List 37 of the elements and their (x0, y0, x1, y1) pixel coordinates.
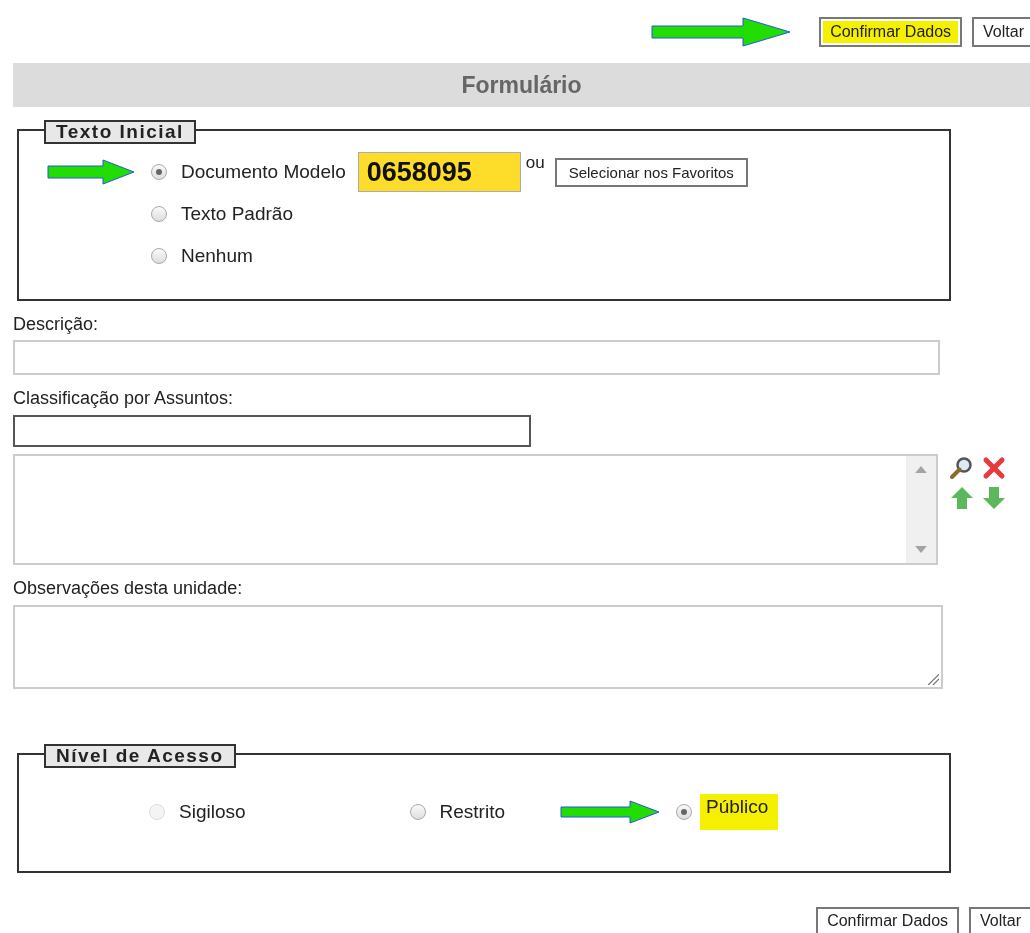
radio-label: Texto Padrão (181, 203, 293, 225)
notes-field[interactable] (13, 605, 943, 689)
action-button[interactable]: Confirmar Dados (816, 907, 960, 933)
radio-button[interactable] (151, 164, 167, 180)
form-title-bar: Formulário (13, 63, 1030, 107)
radio-label: Público (700, 794, 779, 830)
resize-grip-icon[interactable] (927, 673, 939, 685)
favorites-button[interactable]: Selecionar nos Favoritos (554, 157, 748, 187)
radio-label: Nenhum (181, 245, 253, 267)
field-label: Observações desta unidade: (13, 577, 244, 599)
or-text: ou (525, 153, 545, 173)
radio-label: Sigiloso (179, 801, 246, 823)
document-number-field[interactable]: 0658095 (357, 152, 521, 192)
scroll-up-icon[interactable] (915, 466, 927, 473)
subject-list[interactable] (13, 454, 938, 565)
field-label: Descrição: (13, 313, 100, 335)
scrollbar[interactable] (906, 456, 936, 563)
remove-icon[interactable] (982, 456, 1006, 480)
action-button[interactable]: Voltar (972, 16, 1030, 47)
action-button[interactable]: Confirmar Dados (819, 16, 963, 47)
move-up-icon[interactable] (950, 486, 974, 510)
action-button[interactable]: Voltar (969, 907, 1030, 933)
radio-button[interactable] (676, 804, 692, 820)
scroll-down-icon[interactable] (915, 546, 927, 553)
radio-button[interactable] (409, 804, 426, 820)
description-field[interactable] (13, 340, 940, 375)
radio-label: Restrito (439, 801, 505, 823)
field-label: Classificação por Assuntos: (13, 387, 235, 409)
fieldset-legend: Nível de Acesso (44, 744, 236, 768)
search-icon[interactable] (950, 456, 974, 480)
fieldset-legend: Texto Inicial (44, 120, 196, 144)
radio-button[interactable] (151, 248, 167, 264)
arrow-icon (651, 16, 792, 47)
move-down-icon[interactable] (982, 486, 1006, 510)
radio-button[interactable] (151, 206, 167, 222)
subject-search-field[interactable] (13, 415, 531, 447)
radio-label: Documento Modelo (181, 161, 346, 183)
